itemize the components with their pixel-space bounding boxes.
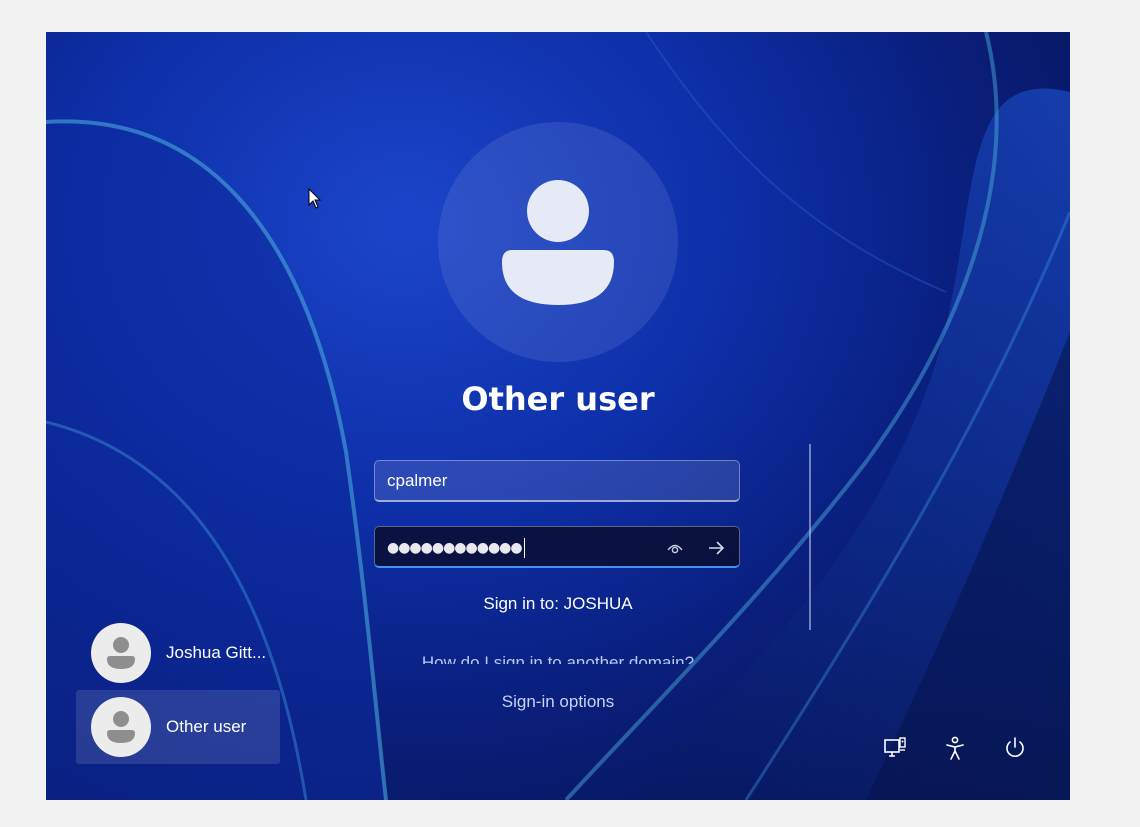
power-icon[interactable]: [1001, 734, 1029, 762]
user-tile-other-user[interactable]: Other user: [76, 690, 280, 764]
password-mask: ●●●●●●●●●●●●: [387, 527, 525, 569]
reveal-password-eye-icon[interactable]: [665, 538, 685, 558]
sign-in-options-link[interactable]: Sign-in options: [358, 692, 758, 712]
domain-help-link[interactable]: How do I sign in to another domain?: [358, 653, 758, 664]
text-caret: [523, 538, 525, 558]
avatar: [91, 697, 151, 757]
username-input[interactable]: cpalmer: [374, 460, 740, 502]
sign-in-target-label: Sign in to: JOSHUA: [483, 594, 633, 613]
user-tile-name: Joshua Gitt...: [166, 643, 267, 662]
user-tile-joshua[interactable]: Joshua Gitt...: [76, 616, 280, 690]
submit-arrow-icon[interactable]: [705, 537, 727, 559]
user-silhouette-icon: [107, 711, 135, 743]
password-input[interactable]: ●●●●●●●●●●●●: [374, 526, 740, 568]
lock-screen: Other user cpalmer ●●●●●●●●●●●● Sign in …: [46, 32, 1070, 800]
network-icon[interactable]: [881, 734, 909, 762]
user-tile-name: Other user: [166, 717, 247, 736]
accessibility-icon[interactable]: [941, 734, 969, 762]
user-silhouette-icon: [107, 637, 135, 669]
username-value: cpalmer: [387, 471, 448, 490]
account-title: Other user: [461, 380, 655, 418]
mouse-pointer-icon: [308, 188, 322, 209]
user-avatar-large: [438, 122, 678, 362]
avatar: [91, 623, 151, 683]
scrollbar[interactable]: [809, 444, 811, 630]
domain-help-link-clip: How do I sign in to another domain?: [358, 650, 758, 664]
user-silhouette-icon: [502, 180, 614, 305]
